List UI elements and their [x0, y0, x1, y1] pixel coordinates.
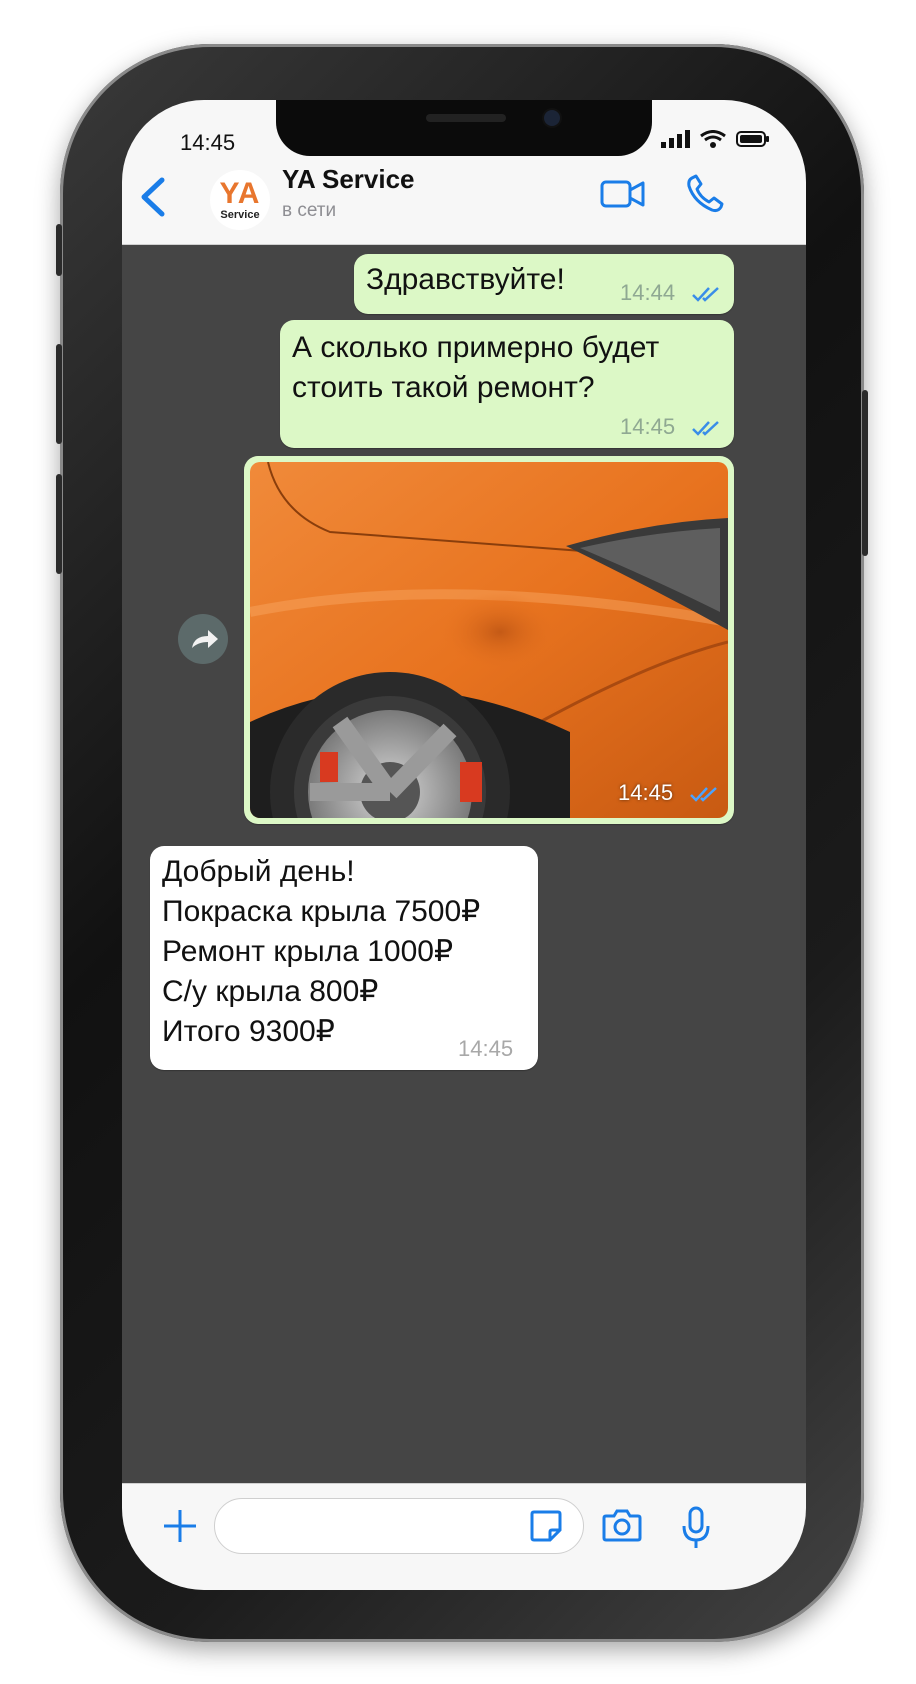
status-bar-icons [660, 130, 770, 148]
message-bubble-outgoing[interactable]: А сколько примерно будет стоить такой ре… [280, 320, 734, 448]
phone-screen: 14:45 YA Service YA Service в сети Здрав… [122, 100, 806, 1590]
double-check-icon [690, 787, 717, 802]
message-bubble-photo[interactable]: 14:45 [244, 456, 734, 824]
notch [276, 100, 652, 156]
message-text: Здравствуйте! [366, 263, 565, 296]
avatar-logo-text: YA [219, 177, 261, 210]
car-fender-image [250, 462, 728, 818]
camera-icon[interactable] [600, 1506, 644, 1546]
forward-arrow-icon [192, 630, 218, 648]
volume-down-button [56, 474, 62, 574]
cellular-signal-icon [661, 130, 690, 148]
battery-icon [736, 131, 769, 147]
plus-icon[interactable] [160, 1506, 200, 1546]
message-text: А сколько примерно будет стоить такой ре… [292, 331, 660, 404]
message-time: 14:45 [618, 780, 674, 805]
mute-switch [56, 224, 62, 276]
volume-up-button [56, 344, 62, 444]
status-bar-time: 14:45 [180, 130, 236, 155]
forward-button[interactable] [178, 614, 228, 664]
contact-name[interactable]: YA Service [282, 164, 415, 195]
front-camera [544, 110, 560, 126]
message-time: 14:45 [620, 414, 676, 439]
speaker-grille [426, 114, 506, 122]
message-text: Добрый день! Покраска крыла 7500₽ Ремонт… [162, 855, 481, 1048]
message-bubble-incoming[interactable]: Добрый день! Покраска крыла 7500₽ Ремонт… [150, 846, 538, 1070]
double-check-icon [692, 287, 719, 302]
video-call-icon[interactable] [598, 172, 648, 216]
avatar-logo-subtext: Service [220, 209, 260, 221]
power-button [862, 390, 868, 556]
microphone-icon[interactable] [678, 1506, 714, 1550]
message-time: 14:44 [620, 280, 676, 305]
sticker-icon[interactable] [526, 1506, 566, 1546]
car-damage-photo[interactable]: 14:45 [250, 462, 728, 818]
wifi-icon [700, 130, 726, 148]
message-composer [122, 1483, 806, 1590]
phone-call-icon[interactable] [682, 172, 732, 216]
message-time: 14:45 [458, 1036, 514, 1061]
contact-status: в сети [282, 200, 337, 221]
avatar[interactable]: YA Service [210, 170, 270, 230]
double-check-icon [692, 421, 719, 436]
message-bubble-outgoing[interactable]: Здравствуйте! 14:44 [354, 254, 734, 314]
back-chevron-icon[interactable] [134, 172, 174, 222]
